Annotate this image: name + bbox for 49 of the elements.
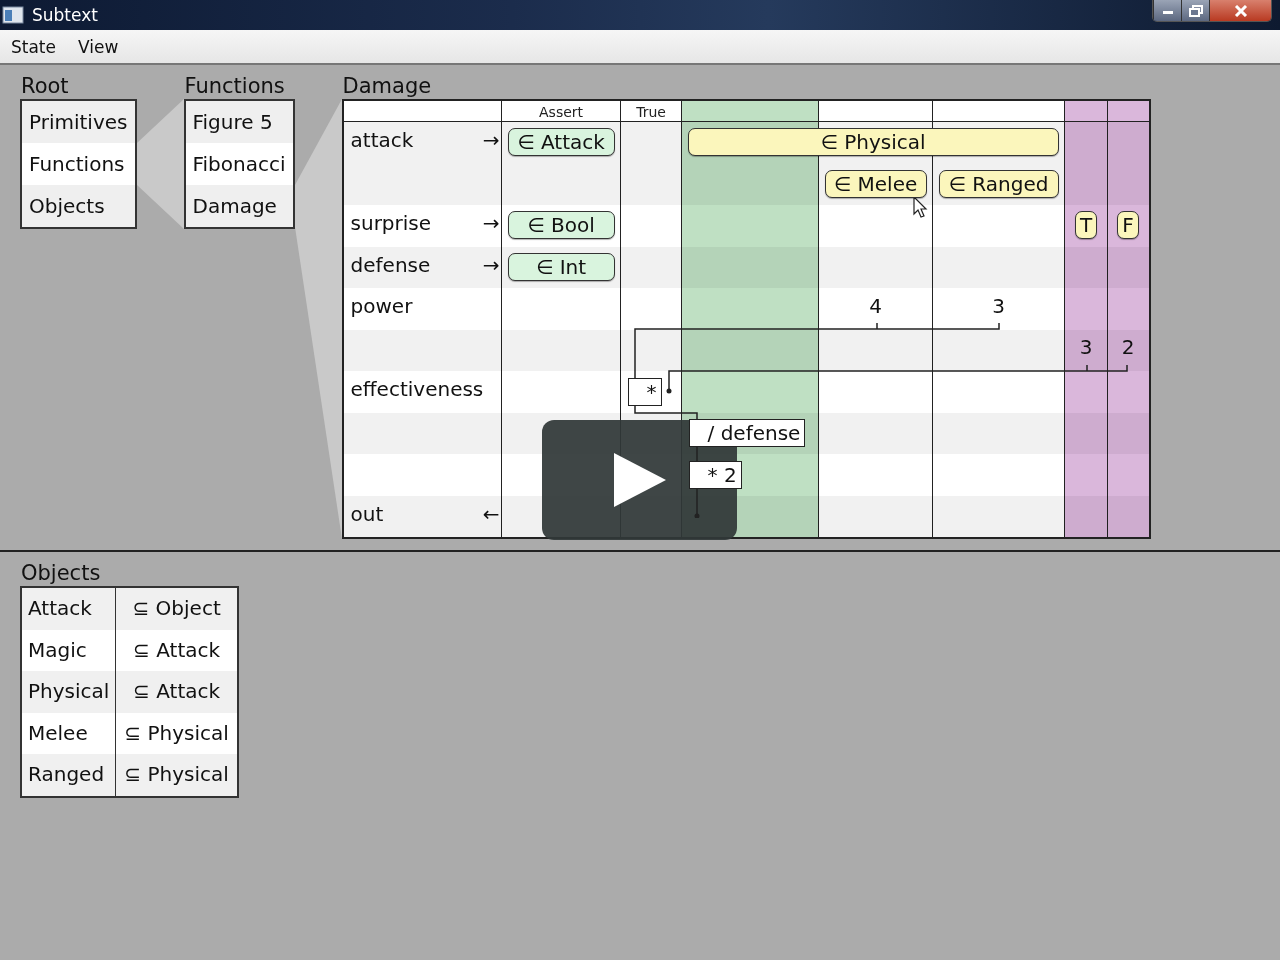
row-label: surprise [350,211,432,235]
type-tag[interactable]: ∈ Attack [507,128,615,156]
flow-arrow: → [482,211,500,235]
type-tag[interactable]: ∈ Bool [507,211,615,239]
case-tag[interactable]: ∈ Melee [824,169,927,198]
case-tag[interactable]: ∈ Ranged [938,169,1059,198]
restore-icon [1188,4,1203,17]
cursor-icon [913,196,929,220]
object-parent: ⊆ Attack [115,671,237,713]
panel-title: Objects [20,560,101,586]
flow-arrow: → [482,128,500,152]
object-name: Physical [22,671,116,713]
minimize-button[interactable] [1153,0,1181,21]
column-header: True [636,103,666,120]
row-label: out [350,501,384,526]
close-button[interactable] [1209,0,1271,21]
object-name: Attack [22,588,116,630]
case-tag[interactable]: F [1117,211,1139,239]
play-icon [611,452,668,508]
column-header: Assert [539,103,584,120]
menu-item[interactable]: View [78,36,119,57]
flow-arrow: → [482,252,500,277]
list-item[interactable]: Damage [185,185,293,227]
row-label: power [350,294,413,318]
close-icon [1233,4,1248,17]
cell-value: 3 [1079,335,1093,360]
case-tag[interactable]: ∈ Physical [687,128,1059,156]
operation-box[interactable]: / defense [688,419,806,448]
window-title: Subtext [32,5,99,25]
cell-value: 4 [869,293,882,318]
cell-value: 2 [1121,335,1135,360]
list-item[interactable]: Primitives [22,101,135,143]
panel-title: Damage [341,73,433,99]
object-name: Ranged [22,754,116,796]
row-label: effectiveness [350,377,484,401]
restore-button[interactable] [1181,0,1209,21]
object-parent: ⊆ Physical [115,754,237,796]
panel-title: Root [20,73,70,99]
cell-value: 3 [992,293,1005,318]
panel-title: Functions [183,73,286,99]
type-tag[interactable]: ∈ Int [507,252,615,281]
flow-arrow: ← [482,501,500,526]
list-item[interactable]: Objects [22,185,135,227]
row-label: attack [350,128,414,152]
row-label: defense [350,252,431,277]
list-item[interactable]: Figure 5 [185,101,293,143]
app-icon [2,6,24,24]
menu-item[interactable]: State [11,36,56,57]
object-parent: ⊆ Object [115,588,237,630]
